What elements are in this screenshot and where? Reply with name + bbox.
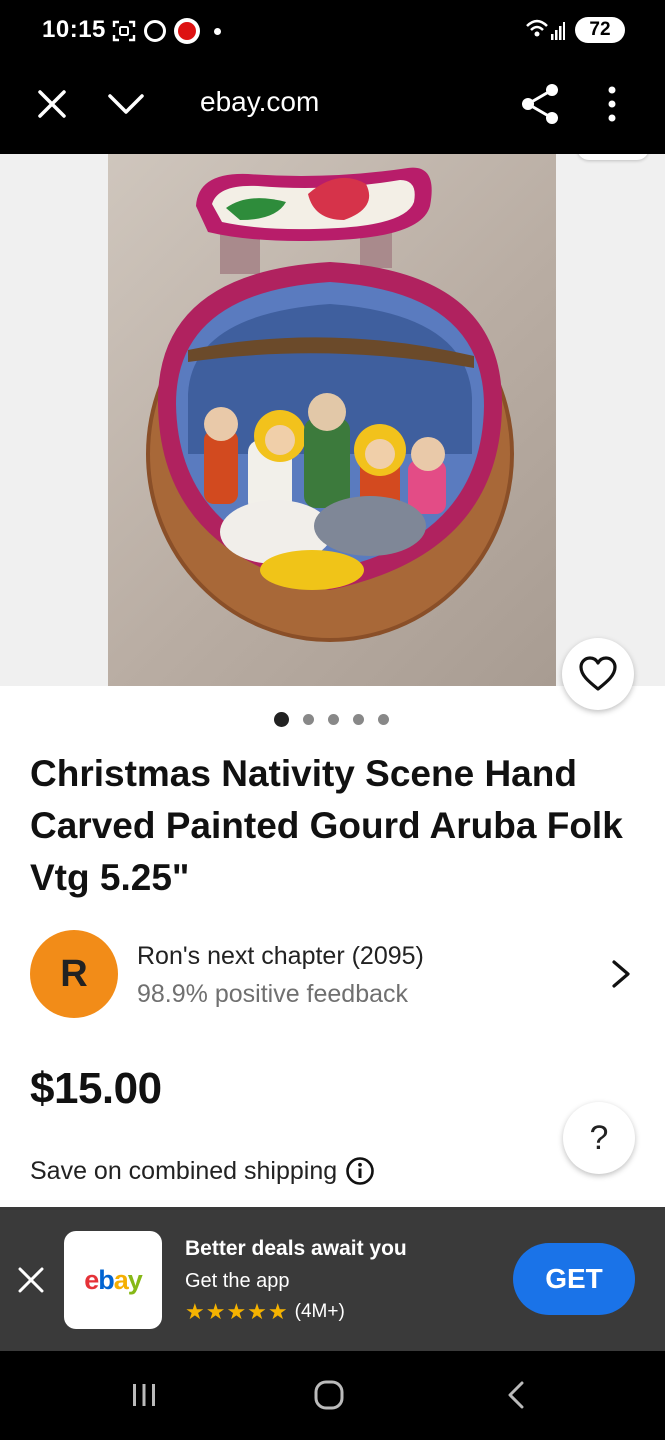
close-icon[interactable]: [16, 1265, 46, 1295]
back-icon[interactable]: [504, 1379, 528, 1411]
product-page: Christmas Nativity Scene Hand Carved Pai…: [0, 154, 665, 1207]
price: $15.00: [30, 1064, 162, 1113]
circle-icon: [144, 20, 166, 42]
star-rating-icon: ★★★★★: [185, 1299, 289, 1324]
wifi-icon: [526, 19, 565, 40]
ebay-logo: ebay: [64, 1231, 162, 1329]
pagination-dot[interactable]: [274, 712, 289, 727]
get-app-button[interactable]: GET: [513, 1243, 635, 1315]
combined-shipping-row[interactable]: Save on combined shipping: [30, 1156, 375, 1186]
pagination-dot[interactable]: [328, 714, 339, 725]
help-button[interactable]: ?: [563, 1102, 635, 1174]
scan-icon: [112, 20, 136, 42]
home-icon[interactable]: [313, 1379, 345, 1411]
rating-count: (4M+): [294, 1301, 345, 1322]
browser-toolbar: ebay.com: [0, 64, 665, 154]
image-gallery[interactable]: [0, 154, 665, 686]
pagination-dot[interactable]: [378, 714, 389, 725]
pagination-dot[interactable]: [353, 714, 364, 725]
banner-title: Better deals await you: [185, 1237, 407, 1260]
app-rating: ★★★★★ (4M+): [185, 1299, 345, 1325]
status-time: 10:15: [42, 16, 106, 43]
recent-apps-icon[interactable]: [130, 1381, 158, 1409]
banner-subtitle: Get the app: [185, 1270, 290, 1292]
product-image[interactable]: [108, 154, 556, 686]
share-icon[interactable]: [520, 82, 560, 126]
battery-level: 72: [589, 19, 611, 40]
status-bar: 10:15 72: [0, 0, 665, 64]
app-icon: [174, 18, 200, 44]
shipping-text: Save on combined shipping: [30, 1156, 338, 1185]
seller-info-row[interactable]: R Ron's next chapter (2095) 98.9% positi…: [0, 928, 665, 1020]
more-vert-icon[interactable]: [600, 84, 624, 124]
heart-icon: [579, 656, 617, 691]
app-install-banner: ebay Better deals await you Get the app …: [0, 1207, 665, 1351]
avatar: R: [30, 930, 118, 1018]
system-navigation-bar: [0, 1351, 665, 1440]
info-icon[interactable]: [345, 1156, 375, 1186]
gourd-illustration: [146, 167, 514, 642]
seller-name: Ron's next chapter (2095): [137, 942, 424, 970]
url-text[interactable]: ebay.com: [200, 86, 319, 118]
status-icons-right: 72: [525, 16, 625, 44]
product-title: Christmas Nativity Scene Hand Carved Pai…: [30, 753, 623, 898]
image-pagination: [274, 712, 389, 727]
seller-feedback: 98.9% positive feedback: [137, 980, 409, 1008]
chevron-right-icon: [612, 960, 630, 988]
chevron-down-icon[interactable]: [106, 88, 146, 120]
close-icon[interactable]: [34, 86, 70, 122]
battery-icon: 72: [575, 17, 625, 43]
help-label: ?: [589, 1118, 609, 1157]
status-icons-left: [112, 18, 221, 44]
image-counter-tab: [577, 154, 649, 160]
watch-button[interactable]: [562, 638, 634, 710]
dot-icon: [214, 27, 221, 35]
pagination-dot[interactable]: [303, 714, 314, 725]
